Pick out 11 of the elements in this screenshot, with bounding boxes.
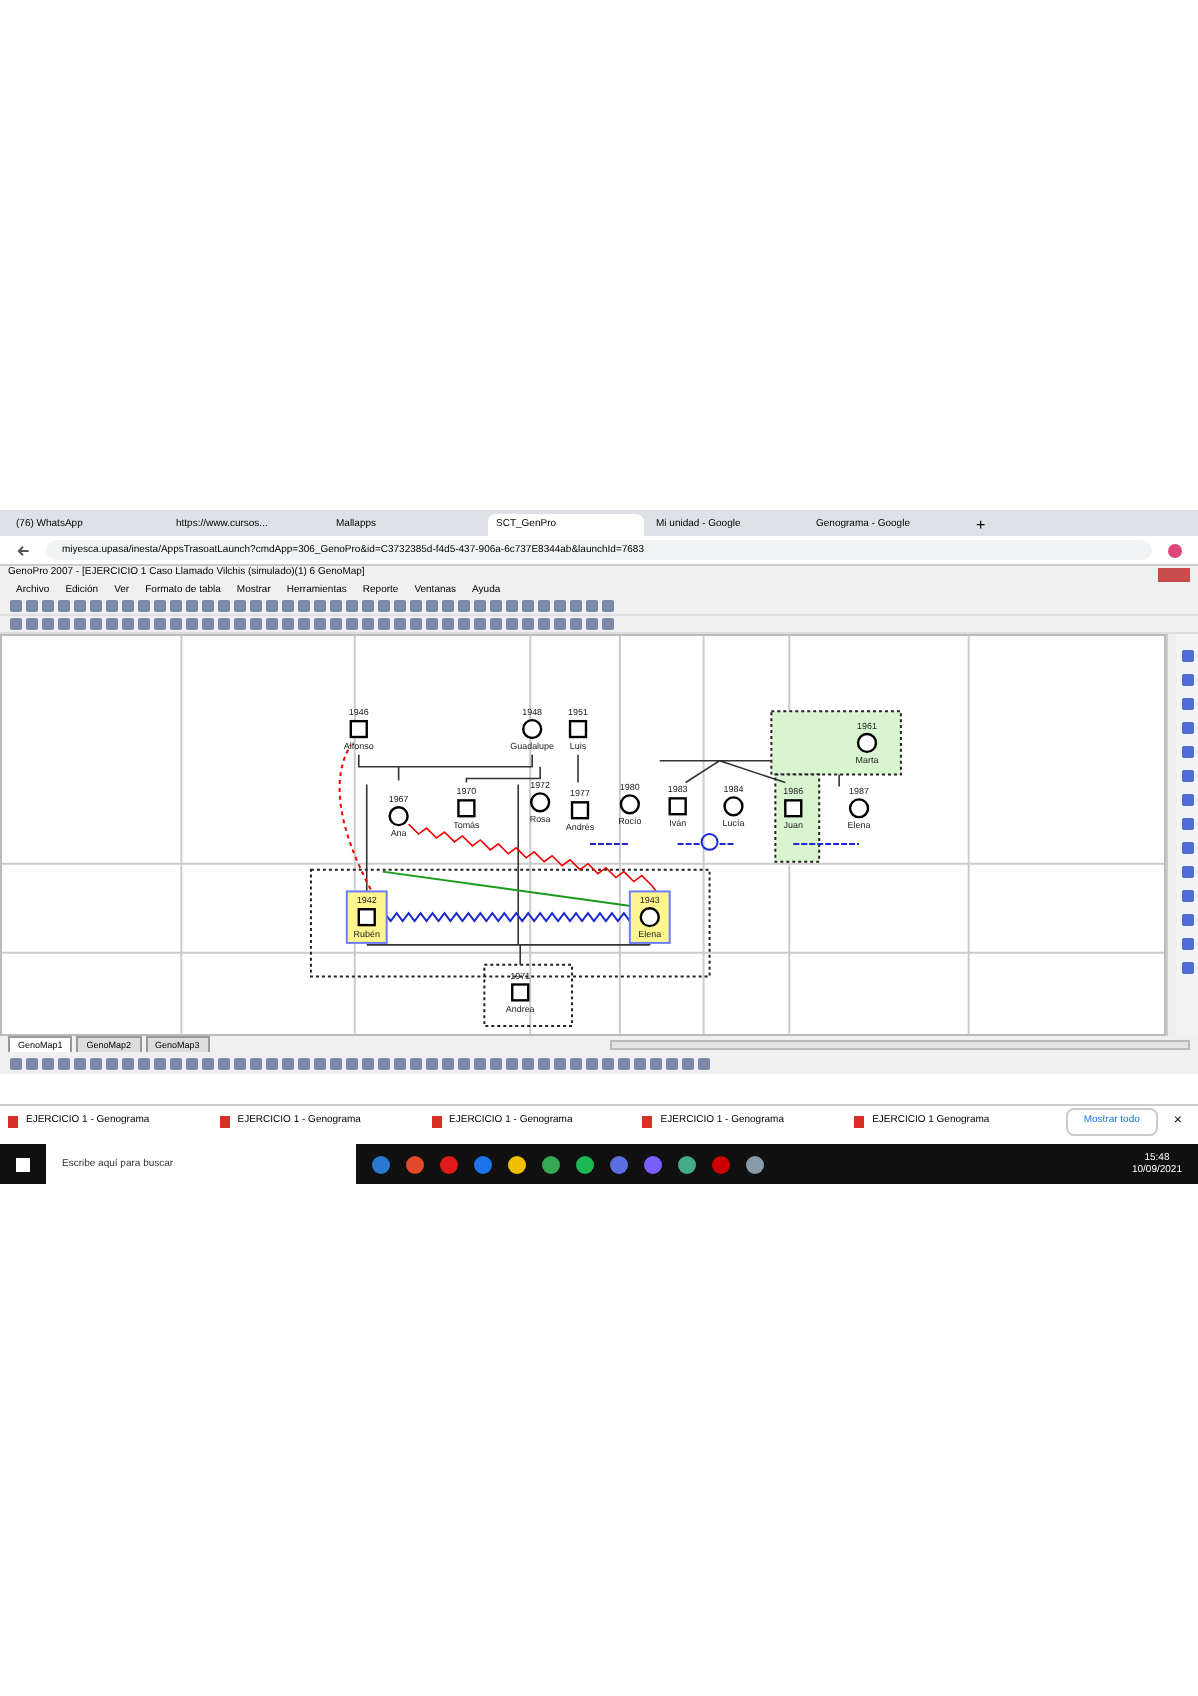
pdf-icon (431, 1116, 442, 1128)
profile-avatar-icon[interactable] (1168, 543, 1182, 557)
new-tab-button[interactable]: + (968, 514, 994, 536)
start-icon[interactable] (16, 1157, 30, 1171)
pdf-icon (854, 1116, 865, 1128)
pdf-icon (8, 1116, 18, 1128)
back-icon[interactable] (16, 543, 30, 557)
scrollbar[interactable] (1166, 634, 1176, 1036)
pdf-icon (219, 1116, 230, 1128)
pdf-icon (642, 1116, 653, 1128)
horizontal-scrollbar[interactable] (610, 1039, 1190, 1049)
